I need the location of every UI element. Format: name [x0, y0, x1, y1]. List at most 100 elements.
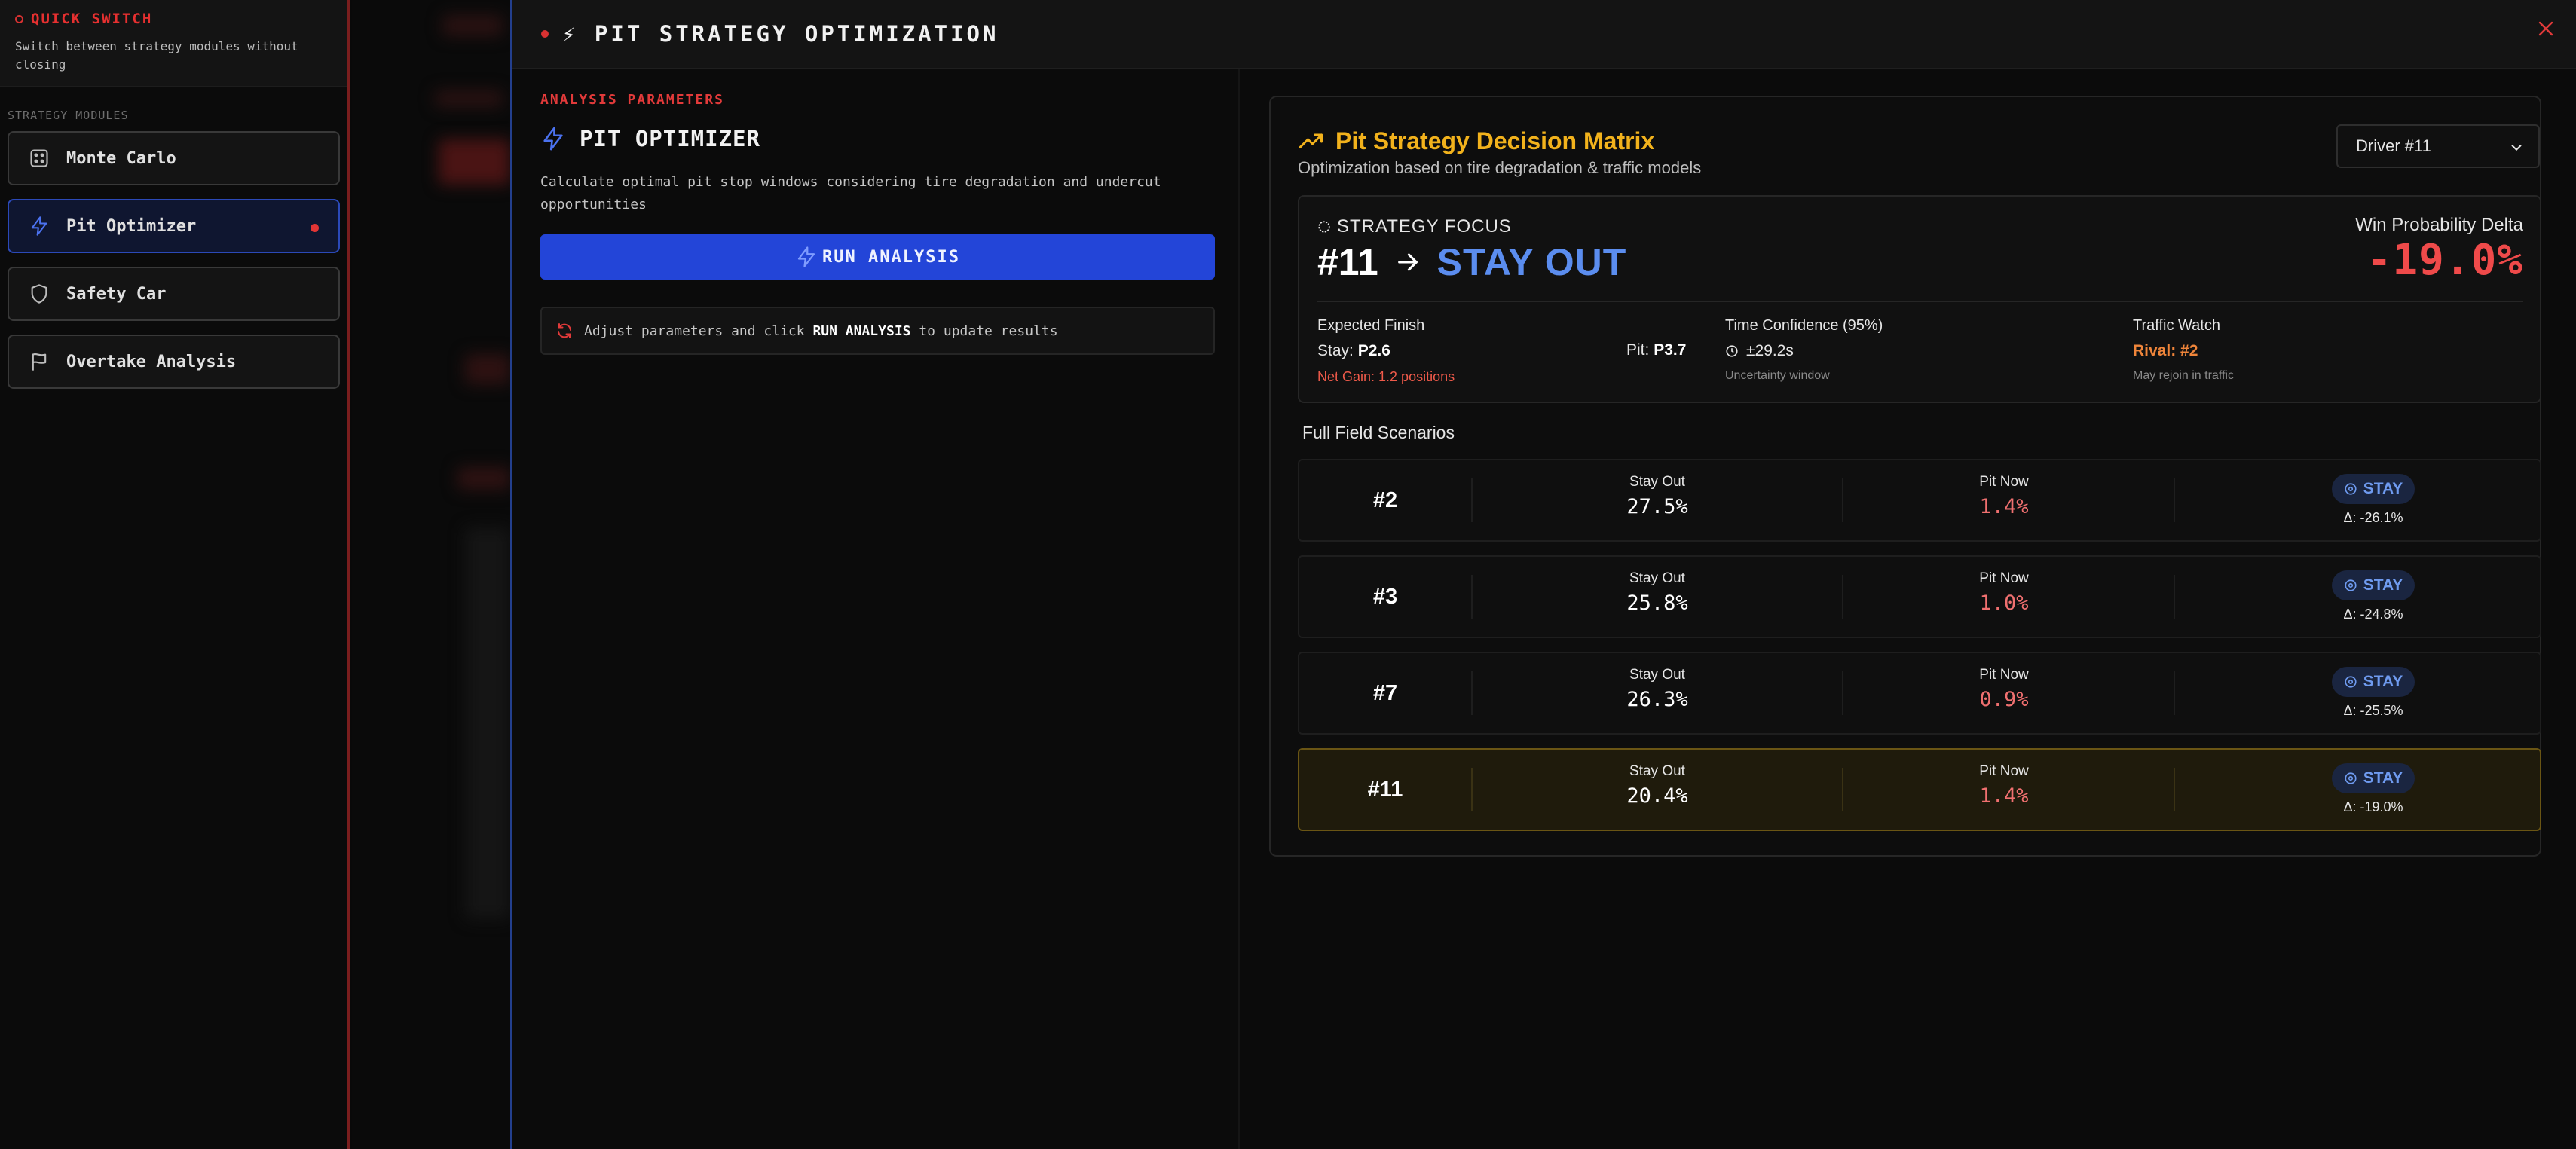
blurred-element — [435, 90, 503, 107]
matrix-title: Pit Strategy Decision Matrix — [1335, 127, 1655, 154]
stay-badge: STAY — [2331, 570, 2415, 600]
scenario-row: #3 Stay Out 25.8% Pit Now 1.0% STAY Δ: -… — [1298, 555, 2541, 638]
modal-header: ⚡ PIT STRATEGY OPTIMIZATION — [512, 0, 2576, 69]
target-icon — [2345, 676, 2357, 688]
modules-section-label: STRATEGY MODULES — [8, 108, 129, 122]
hint-text: Adjust parameters and click RUN ANALYSIS… — [584, 323, 1058, 339]
driver-select[interactable]: Driver #11 — [2336, 124, 2540, 168]
stay-out-label: Stay Out — [1629, 667, 1685, 683]
strategy-focus-card: STRATEGY FOCUS #11 STAY OUT Win Probabil… — [1298, 195, 2541, 403]
stay-out-cell: Stay Out 20.4% — [1601, 763, 1714, 808]
stay-out-value: 20.4% — [1626, 784, 1688, 808]
pit-now-label: Pit Now — [1979, 763, 2029, 779]
module-label: Pit Optimizer — [66, 216, 197, 236]
dice-icon — [30, 149, 48, 167]
hint-prefix: Adjust parameters and click — [584, 322, 805, 339]
pit-now-label: Pit Now — [1979, 474, 2029, 490]
stay-prefix: Stay: — [1317, 342, 1354, 359]
close-button[interactable] — [2532, 15, 2559, 42]
pit-finish: Pit: P3.7 — [1626, 341, 1686, 359]
scenarios-title: Full Field Scenarios — [1302, 423, 1455, 442]
scenario-driver: #7 — [1372, 680, 1398, 705]
pit-now-label: Pit Now — [1979, 667, 2029, 683]
refresh-icon — [558, 323, 571, 338]
scenario-row-highlighted: #11 Stay Out 20.4% Pit Now 1.4% STAY Δ: … — [1298, 748, 2541, 831]
module-label: Safety Car — [66, 284, 167, 304]
blurred-element — [442, 15, 503, 36]
blurred-element — [457, 467, 510, 490]
delta-value: Δ: -25.5% — [2343, 703, 2403, 718]
row-divider — [2174, 768, 2175, 811]
net-gain: Net Gain: 1.2 positions — [1317, 369, 1455, 384]
background-app-blurred — [352, 0, 510, 1149]
quick-switch-title-row: QUICK SWITCH — [15, 11, 332, 27]
recommendation-cell: STAY Δ: -25.5% — [2324, 667, 2422, 719]
stay-out-value: 25.8% — [1626, 591, 1688, 615]
clock-icon — [1726, 345, 1738, 357]
trending-up-icon — [1299, 133, 1323, 148]
chevron-down-icon — [2511, 145, 2522, 151]
active-indicator-dot — [311, 224, 319, 232]
strategy-focus-label: STRATEGY FOCUS — [1337, 216, 1512, 237]
scenario-driver: #3 — [1372, 584, 1398, 609]
module-overtake-analysis[interactable]: Overtake Analysis — [8, 335, 340, 389]
blurred-element — [439, 139, 510, 185]
stay-badge: STAY — [2331, 474, 2415, 504]
strategy-focus-main: #11 STAY OUT — [1317, 240, 1626, 284]
traffic-watch-label: Traffic Watch — [2133, 317, 2220, 334]
badge-label: STAY — [2363, 576, 2403, 594]
expected-finish-label: Expected Finish — [1317, 317, 1425, 334]
row-divider — [2174, 478, 2175, 522]
module-monte-carlo[interactable]: Monte Carlo — [8, 131, 340, 185]
delta-value: Δ: -24.8% — [2343, 607, 2403, 622]
lightning-icon — [797, 246, 815, 267]
pit-now-cell: Pit Now 1.0% — [1955, 570, 2053, 615]
stay-badge: STAY — [2331, 667, 2415, 697]
time-confidence-block: Time Confidence (95%) ±29.2s Uncertainty… — [1725, 317, 1883, 383]
analysis-parameters-panel: ANALYSIS PARAMETERS PIT OPTIMIZER Calcul… — [540, 92, 1215, 355]
stay-badge: STAY — [2331, 763, 2415, 793]
stay-value: P2.6 — [1357, 342, 1390, 359]
run-analysis-button[interactable]: RUN ANALYSIS — [540, 234, 1215, 280]
delta-value: Δ: -19.0% — [2343, 799, 2403, 814]
close-icon — [2538, 21, 2553, 36]
decision-matrix-card: Pit Strategy Decision Matrix Optimizatio… — [1269, 96, 2541, 857]
row-divider — [1471, 768, 1473, 811]
focus-divider — [1317, 301, 2523, 302]
stay-out-cell: Stay Out 27.5% — [1601, 474, 1714, 518]
pit-now-value: 0.9% — [1979, 688, 2029, 711]
badge-label: STAY — [2363, 673, 2403, 690]
row-divider — [1471, 671, 1473, 715]
lightning-icon — [31, 216, 47, 236]
module-safety-car[interactable]: Safety Car — [8, 267, 340, 321]
row-divider — [2174, 671, 2175, 715]
row-divider — [1842, 671, 1843, 715]
win-probability-delta-label: Win Probability Delta — [2355, 215, 2523, 235]
optimizer-title: PIT OPTIMIZER — [580, 126, 760, 151]
row-divider — [1842, 768, 1843, 811]
rival-value: Rival: #2 — [2133, 342, 2198, 359]
focus-driver: #11 — [1317, 241, 1378, 283]
row-divider — [2174, 575, 2175, 619]
status-dot-icon — [15, 14, 23, 23]
module-pit-optimizer[interactable]: Pit Optimizer — [8, 199, 340, 253]
run-analysis-label: RUN ANALYSIS — [822, 247, 960, 267]
quick-switch-title: QUICK SWITCH — [31, 11, 153, 27]
lightning-icon — [543, 127, 563, 151]
live-dot-icon — [541, 30, 549, 38]
scenario-driver: #11 — [1367, 777, 1403, 802]
module-label: Overtake Analysis — [66, 352, 237, 371]
traffic-watch-value: Rival: #2 — [2133, 342, 2234, 360]
pit-now-value: 1.4% — [1979, 784, 2029, 808]
module-list: Monte Carlo Pit Optimizer Safety Car Ove… — [0, 131, 347, 389]
time-confidence-row: ±29.2s — [1725, 342, 1883, 360]
stay-out-label: Stay Out — [1629, 474, 1685, 490]
traffic-watch-sub: May rejoin in traffic — [2133, 369, 2234, 382]
recommendation-cell: STAY Δ: -19.0% — [2324, 763, 2422, 815]
target-icon — [2345, 483, 2357, 495]
time-confidence-value: ±29.2s — [1746, 342, 1794, 359]
traffic-watch-block: Traffic Watch Rival: #2 May rejoin in tr… — [2133, 317, 2234, 383]
blurred-element — [465, 527, 510, 919]
strategy-focus-label-row: STRATEGY FOCUS — [1317, 216, 1512, 237]
modal-title: ⚡ PIT STRATEGY OPTIMIZATION — [562, 21, 999, 47]
